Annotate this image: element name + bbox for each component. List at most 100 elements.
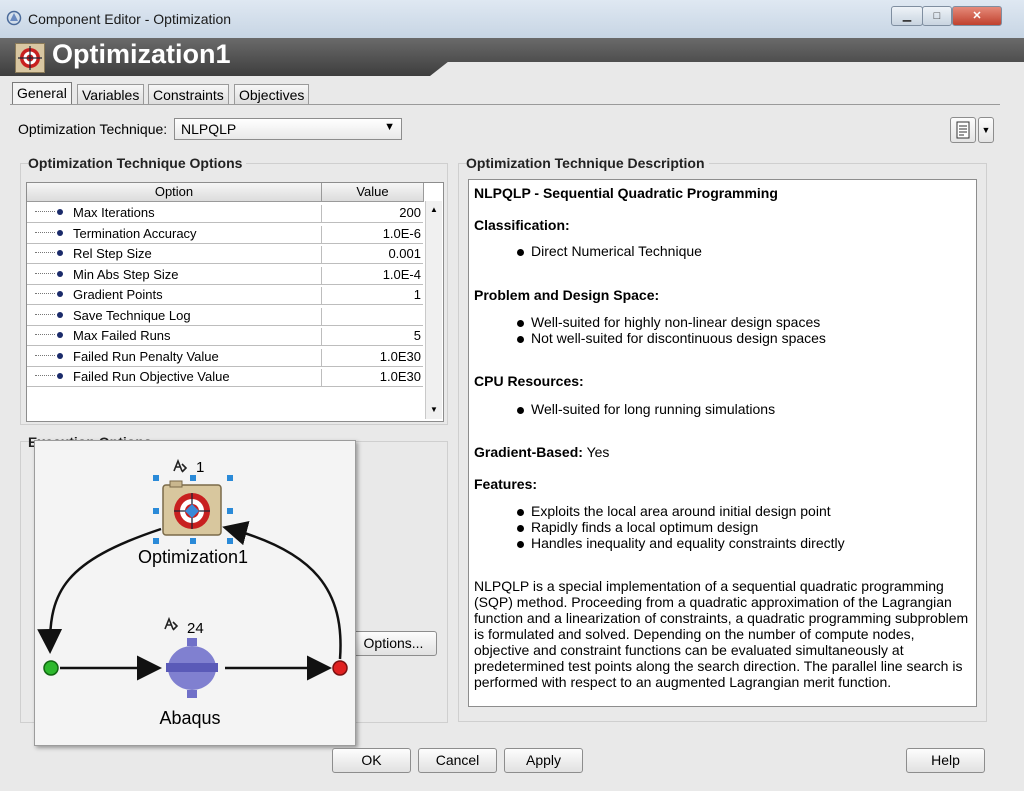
table-row[interactable]: Max Failed Runs 5 [27, 325, 423, 346]
document-icon [956, 121, 970, 139]
tree-connector [35, 231, 55, 233]
bullet-icon [517, 407, 524, 414]
tree-connector [35, 293, 55, 294]
bullet-icon [517, 525, 524, 532]
table-row[interactable]: Termination Accuracy 1.0E-6 [27, 223, 423, 244]
component-title: Optimization1 [52, 39, 231, 69]
table-row[interactable]: Min Abs Step Size 1.0E-4 [27, 264, 423, 285]
tree-connector [35, 272, 55, 274]
options-table: Option Value Max Iterations 200 Terminatio… [26, 182, 674, 422]
table-row[interactable]: Gradient Points 1 [27, 284, 423, 305]
run-badge-icon [164, 616, 179, 631]
tree-connector [35, 313, 55, 315]
table-row[interactable]: Failed Run Penalty Value 1.0E30 [27, 346, 423, 367]
tree-connector [35, 252, 55, 253]
bullet-icon [57, 332, 63, 338]
cpu-label: CPU Resources: [474, 373, 584, 389]
optimization-node-icon[interactable] [162, 480, 222, 536]
option-value[interactable]: 1.0E30 [321, 369, 421, 386]
option-name: Min Abs Step Size [73, 266, 179, 282]
option-name: Failed Run Objective Value [73, 369, 230, 384]
technique-select[interactable]: NLPQLP ▼ [174, 118, 402, 140]
scroll-down-icon[interactable]: ▼ [430, 405, 438, 414]
table-row[interactable]: Save Technique Log [27, 305, 674, 326]
document-dropdown-button[interactable]: ▼ [978, 117, 994, 143]
option-value[interactable]: 1.0E-6 [321, 225, 421, 243]
scroll-up-icon[interactable]: ▲ [430, 205, 438, 214]
option-value[interactable]: 200 [321, 205, 421, 222]
technique-label: Optimization Technique: [18, 121, 168, 137]
options-group-title: Optimization Technique Options [28, 155, 247, 171]
option-name: Failed Run Penalty Value [73, 348, 219, 364]
header-decoration [430, 62, 1024, 76]
option-value[interactable]: 1.0E-4 [321, 266, 421, 284]
table-row[interactable]: Rel Step Size 0.001 [27, 243, 423, 264]
bullet-icon [517, 509, 524, 516]
option-value[interactable]: 1.0E30 [321, 348, 421, 366]
gradient-based-line: Gradient-Based: Yes [474, 444, 610, 460]
tab-general[interactable]: General [12, 82, 72, 105]
chevron-down-icon: ▼ [384, 121, 395, 133]
option-name: Max Failed Runs [73, 328, 171, 343]
tree-connector [35, 211, 55, 212]
bullet-icon [57, 250, 63, 256]
option-value[interactable]: 5 [321, 328, 421, 345]
tab-objectives[interactable]: Objectives [234, 84, 310, 105]
option-name: Gradient Points [73, 287, 163, 302]
bottom-node-badge: 24 [187, 620, 204, 637]
optimization-icon [15, 43, 45, 73]
start-node-icon[interactable] [43, 660, 59, 676]
app-icon [6, 10, 22, 26]
bullet-icon [517, 320, 524, 327]
window-title: Component Editor - Optimization [28, 11, 232, 27]
option-value[interactable] [321, 307, 674, 325]
table-scrollbar[interactable]: ▲ ▼ [425, 201, 442, 419]
help-button[interactable]: Help [906, 748, 985, 773]
description-group-title: Optimization Technique Description [466, 155, 709, 171]
ok-button[interactable]: OK [332, 748, 411, 773]
tab-divider [10, 104, 1000, 105]
table-row[interactable]: Failed Run Objective Value 1.0E30 [27, 366, 423, 387]
column-header-option[interactable]: Option [27, 183, 322, 202]
description-paragraph: NLPQLP is a special implementation of a … [474, 578, 969, 690]
bullet-icon [57, 229, 63, 236]
tree-connector [35, 334, 55, 335]
apply-button[interactable]: Apply [504, 748, 583, 773]
classification-label: Classification: [474, 217, 570, 233]
bullet-icon [517, 336, 524, 343]
bullet-icon [57, 291, 63, 297]
cancel-button[interactable]: Cancel [418, 748, 497, 773]
bottom-node-label: Abaqus [159, 708, 220, 728]
column-header-value[interactable]: Value [322, 183, 424, 202]
document-button[interactable] [950, 117, 976, 143]
description-text: NLPQLP - Sequential Quadratic Programmin… [468, 179, 977, 707]
option-value[interactable]: 0.001 [321, 246, 421, 263]
top-node-badge: 1 [196, 459, 204, 476]
bullet-icon [517, 541, 524, 548]
maximize-button[interactable]: □ [922, 6, 952, 26]
features-label: Features: [474, 476, 538, 492]
run-badge-icon [173, 458, 188, 473]
workflow-diagram: 1 24 Optimization1 Abaqus [37, 458, 348, 728]
option-name: Save Technique Log [73, 307, 191, 323]
close-button[interactable]: ✕ [952, 6, 1002, 26]
workflow-overlay: 1 24 Optimization1 Abaqus [34, 440, 356, 746]
bullet-icon [57, 209, 63, 215]
bullet-icon [517, 249, 524, 256]
tree-connector [35, 354, 55, 356]
execution-options-button[interactable]: Options... [350, 631, 437, 656]
abaqus-node-icon[interactable] [166, 638, 218, 698]
bullet-icon [57, 352, 63, 359]
tab-variables[interactable]: Variables [77, 84, 145, 105]
table-row[interactable]: Max Iterations 200 [27, 202, 423, 223]
bullet-icon [57, 373, 63, 379]
bullet-icon [57, 311, 63, 318]
end-node-icon[interactable] [332, 660, 348, 676]
option-name: Max Iterations [73, 205, 155, 220]
minimize-button[interactable]: ▁ [891, 6, 923, 26]
option-value[interactable]: 1 [321, 287, 421, 304]
technique-value: NLPQLP [181, 121, 237, 137]
top-node-label: Optimization1 [138, 547, 248, 567]
technique-heading: NLPQLP - Sequential Quadratic Programmin… [474, 185, 778, 201]
tab-constraints[interactable]: Constraints [148, 84, 229, 105]
